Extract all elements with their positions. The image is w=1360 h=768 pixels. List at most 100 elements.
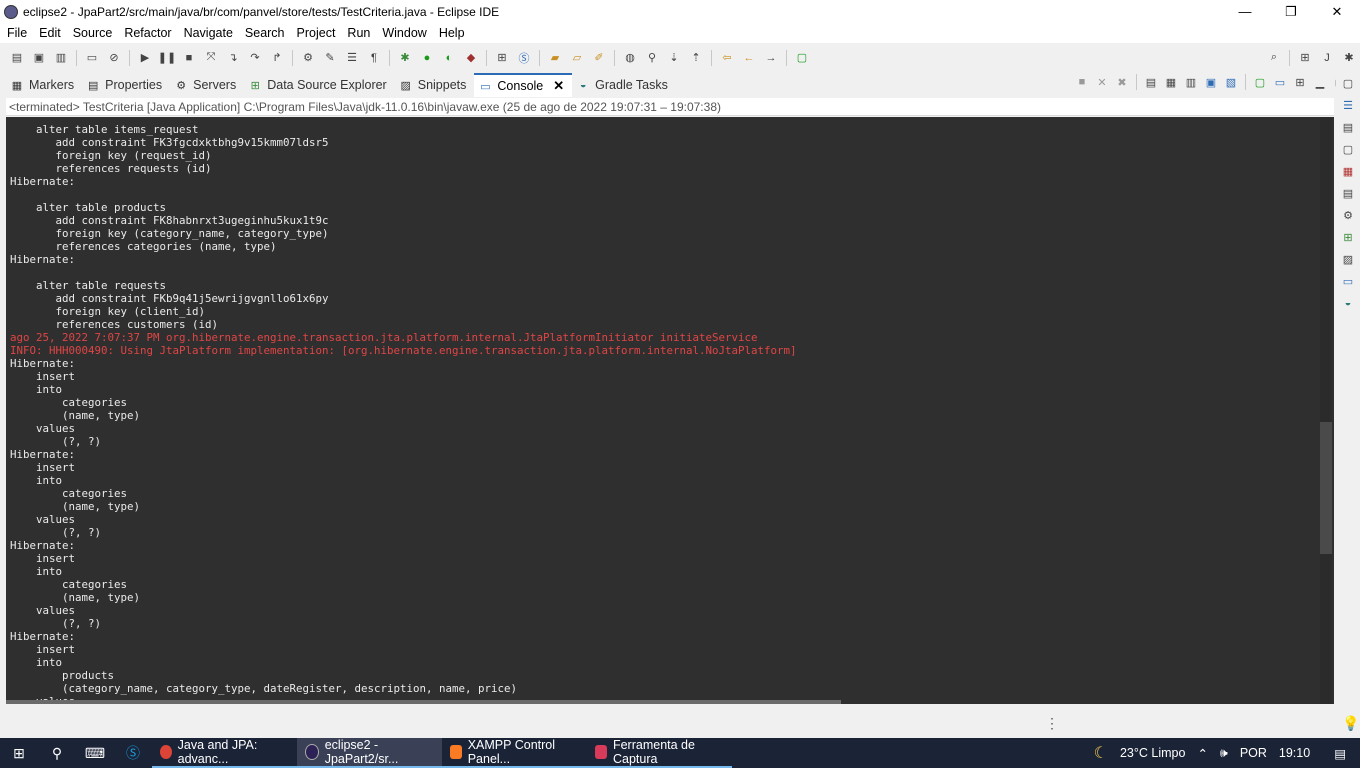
prev-annotation-icon[interactable]: ⇡ [688,50,704,66]
tab-properties[interactable]: ▤ Properties [82,73,170,97]
suspend-icon[interactable]: ❚❚ [158,50,176,66]
menu-project[interactable]: Project [290,26,341,40]
properties-icon[interactable]: ▤ [1340,185,1356,201]
java-perspective-icon[interactable]: J [1319,50,1335,66]
pin-console-icon[interactable]: ▢ [1252,74,1268,90]
step-into-icon[interactable]: ↴ [225,50,241,66]
remove-all-icon[interactable]: ✖ [1114,74,1130,90]
restore-button[interactable]: ❐ [1268,0,1314,23]
tab-gradle-tasks[interactable]: ◒ Gradle Tasks [572,73,676,97]
taskbar-app-chrome[interactable]: Java and JPA: advanc... [152,738,297,768]
open-task-icon[interactable]: ✎ [322,50,338,66]
open-folder-icon[interactable]: ▰ [547,50,563,66]
disconnect-icon[interactable]: ⤧ [203,50,219,66]
word-wrap-icon[interactable]: ▥ [1183,74,1199,90]
skype-icon[interactable]: Ⓢ [114,738,152,768]
search-icon[interactable]: ⚲ [38,738,76,768]
tab-data-source-explorer[interactable]: ⊞ Data Source Explorer [244,73,395,97]
external-tools-icon[interactable]: ◆ [463,50,479,66]
servers-icon[interactable]: ⚙ [1340,207,1356,223]
console-output[interactable]: alter table items_request add constraint… [6,117,1334,704]
menu-edit[interactable]: Edit [32,26,66,40]
open-perspective-icon[interactable]: ⊞ [1297,50,1313,66]
pin-editor-icon[interactable]: ▢ [794,50,810,66]
snippets-icon[interactable]: ▨ [1340,251,1356,267]
menu-window[interactable]: Window [375,26,431,40]
chevron-up-icon[interactable]: ⌃ [1197,746,1207,761]
weather-text[interactable]: 23°C Limpo [1120,746,1185,760]
step-over-icon[interactable]: ↷ [247,50,263,66]
annotations-icon[interactable]: ☰ [344,50,360,66]
new-java-class-icon[interactable]: Ⓢ [516,50,532,66]
task-list-icon[interactable]: ▤ [1340,119,1356,135]
last-edit-icon[interactable]: ⇦ [719,50,735,66]
next-annotation-icon[interactable]: ⇣ [666,50,682,66]
show-whitespace-icon[interactable]: ¶ [366,50,382,66]
show-on-output-icon[interactable]: ▣ [1203,74,1219,90]
close-tab-icon[interactable]: ✕ [553,78,564,94]
markers-icon[interactable]: ▦ [1340,163,1356,179]
menu-refactor[interactable]: Refactor [117,26,176,40]
scrollbar-thumb[interactable] [1320,422,1332,554]
new-server-icon[interactable]: ⊞ [494,50,510,66]
menu-run[interactable]: Run [340,26,375,40]
menu-file[interactable]: File [0,26,32,40]
show-on-error-icon[interactable]: ▧ [1223,74,1239,90]
search-tool-icon[interactable]: ⚲ [644,50,660,66]
data-source-icon[interactable]: ⊞ [1340,229,1356,245]
new-icon[interactable]: ▤ [9,50,25,66]
globe-icon[interactable]: ◍ [622,50,638,66]
skip-breakpoints-icon[interactable]: ⊘ [106,50,122,66]
back-icon[interactable]: ← [741,50,757,66]
open-type-icon[interactable]: ⚙ [300,50,316,66]
restore-view-icon[interactable]: ▢ [1340,141,1356,157]
outline-icon[interactable]: ☰ [1340,97,1356,113]
more-icon[interactable]: ⋮ [1045,715,1059,732]
display-selected-console-icon[interactable]: ▭ [1272,74,1288,90]
remove-launch-icon[interactable]: ✕ [1094,74,1110,90]
windows-start-icon[interactable]: ⊞ [0,738,38,768]
open-resource-icon[interactable]: ▱ [569,50,585,66]
taskbar-app-eclipse[interactable]: eclipse2 - JpaPart2/sr... [297,738,442,768]
terminate-icon[interactable]: ■ [181,50,197,66]
language-indicator[interactable]: POR [1240,746,1267,760]
minimize-view-icon[interactable]: ▁ [1312,74,1328,90]
scroll-lock-icon[interactable]: ▦ [1163,74,1179,90]
minimize-button[interactable]: — [1222,0,1268,23]
vertical-scrollbar[interactable] [1320,117,1332,704]
step-return-icon[interactable]: ↱ [269,50,285,66]
taskbar-app-snipping-tool[interactable]: Ferramenta de Captura [587,738,732,768]
run-icon[interactable]: ● [419,50,435,66]
console-icon[interactable]: ▭ [1340,273,1356,289]
notifications-icon[interactable]: ▤ [1334,746,1346,761]
marker-pen-icon[interactable]: ✐ [591,50,607,66]
open-console-icon[interactable]: ⊞ [1292,74,1308,90]
tip-bulb-icon[interactable]: 💡 [1342,715,1359,732]
save-all-icon[interactable]: ▥ [53,50,69,66]
tab-markers[interactable]: ▦ Markers [6,73,82,97]
close-window-button[interactable]: ✕ [1314,0,1360,23]
restore-view-icon[interactable]: ▢ [1340,75,1356,91]
gradle-icon[interactable]: ◒ [1340,295,1356,311]
keyboard-icon[interactable]: ⌨ [76,738,114,768]
save-icon[interactable]: ▣ [31,50,47,66]
resume-icon[interactable]: ▶ [137,50,153,66]
menu-navigate[interactable]: Navigate [177,26,238,40]
tab-console[interactable]: ▭ Console ✕ [474,73,573,97]
debug-perspective-icon[interactable]: ✱ [1341,50,1357,66]
clear-console-icon[interactable]: ▤ [1143,74,1159,90]
clock[interactable]: 19:10 [1279,746,1310,760]
debug-icon[interactable]: ✱ [397,50,413,66]
weather-icon[interactable]: ☾ [1094,743,1108,763]
tab-snippets[interactable]: ▨ Snippets [395,73,475,97]
menu-help[interactable]: Help [432,26,470,40]
search-icon[interactable]: ⌕ [1266,50,1282,66]
tab-servers[interactable]: ⚙ Servers [170,73,244,97]
coverage-icon[interactable]: ◐ [441,50,457,66]
volume-icon[interactable]: 🕪 [1220,746,1228,761]
forward-icon[interactable]: → [763,50,779,66]
horizontal-scrollbar[interactable] [6,700,841,704]
menu-search[interactable]: Search [238,26,290,40]
terminate-icon[interactable]: ■ [1074,74,1090,90]
taskbar-app-xampp[interactable]: XAMPP Control Panel... [442,738,587,768]
